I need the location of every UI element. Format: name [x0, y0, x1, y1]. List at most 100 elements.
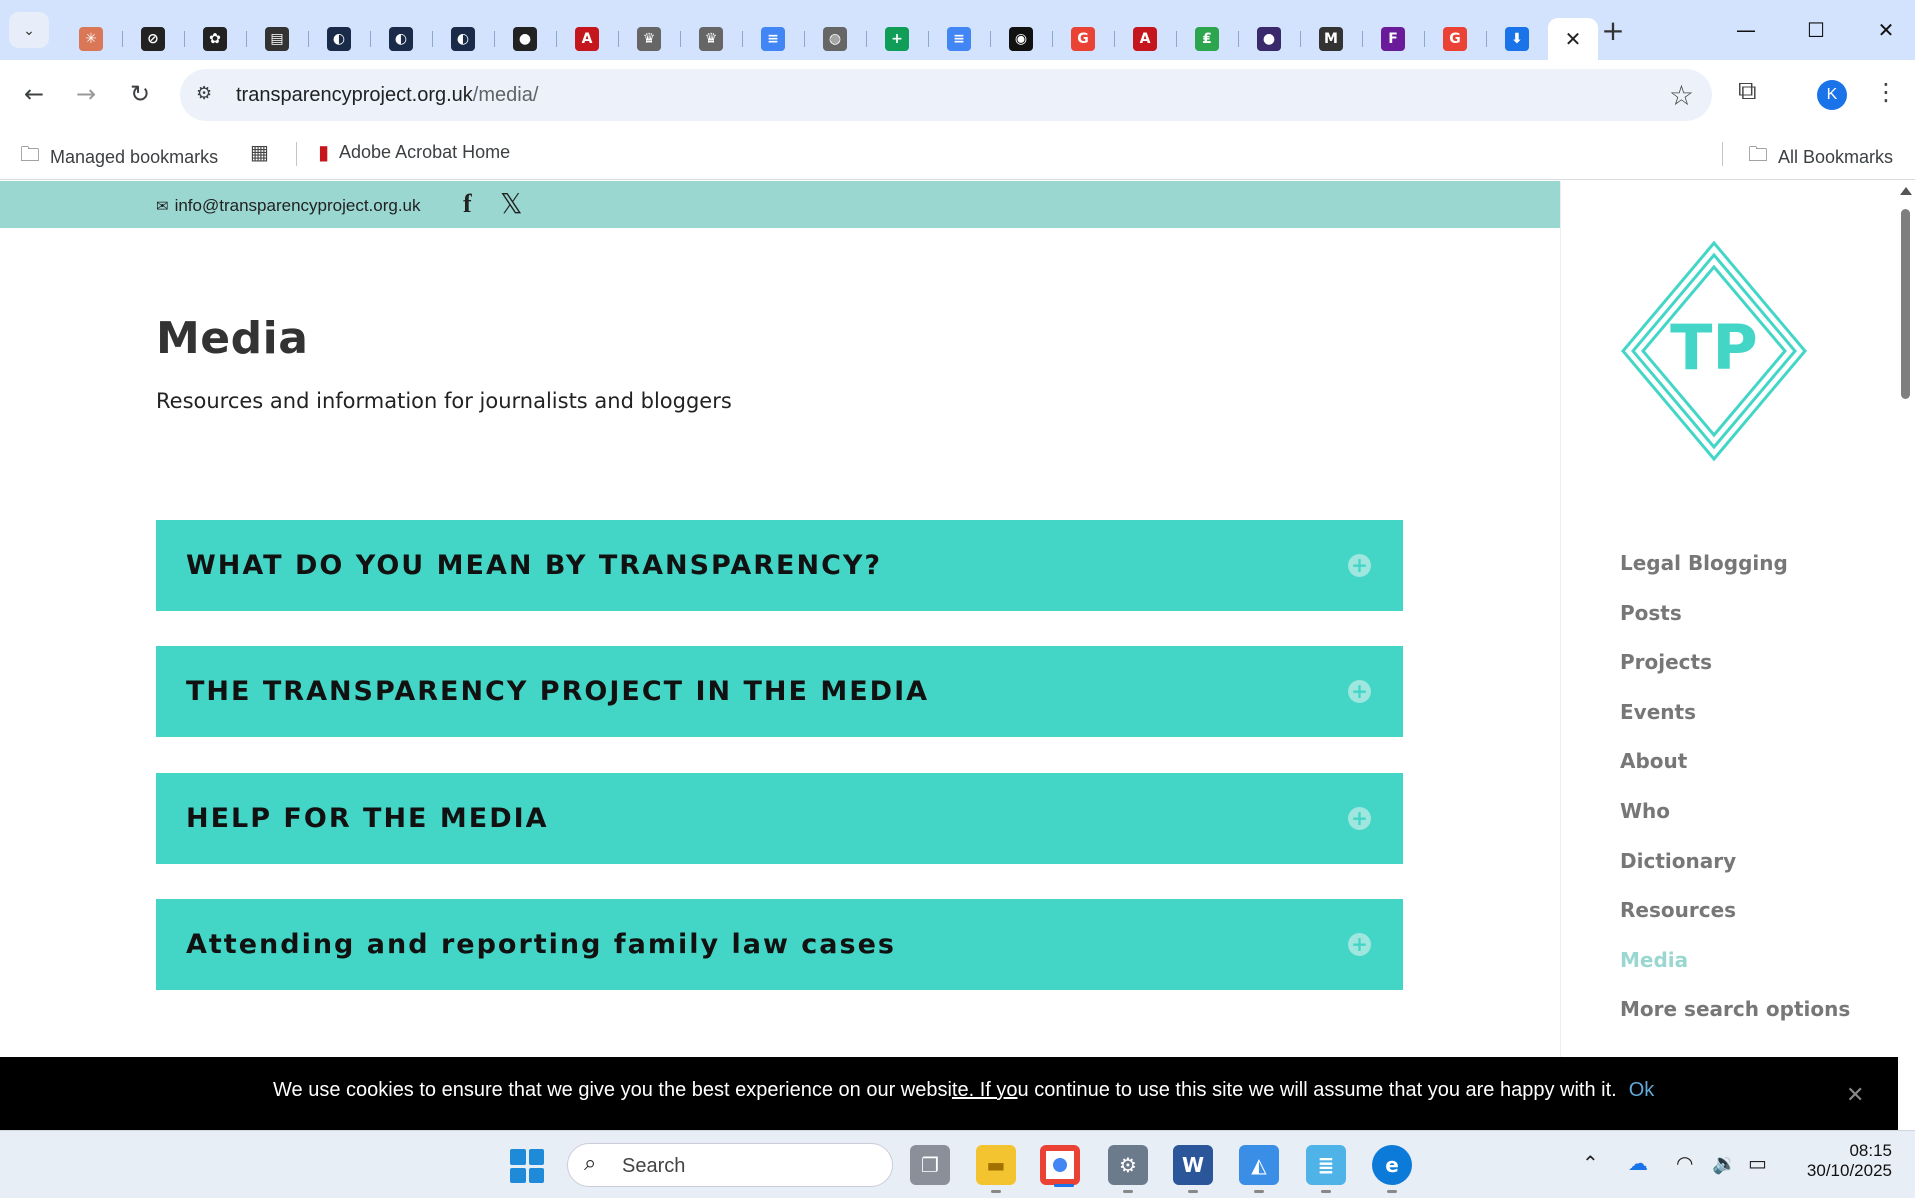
extensions-puzzle-icon[interactable]: ⧉ — [1738, 76, 1757, 107]
maximize-icon[interactable]: ☐ — [1796, 12, 1836, 48]
cookie-close-icon[interactable]: ✕ — [1846, 1083, 1864, 1108]
battery-icon[interactable]: ▭ — [1748, 1151, 1767, 1175]
photos-icon[interactable]: ◭ — [1239, 1145, 1279, 1193]
browser-tab[interactable]: A — [1114, 18, 1176, 60]
browser-tab[interactable]: ≡ — [928, 18, 990, 60]
site-info-icon[interactable]: ⚙ — [196, 83, 220, 107]
all-bookmarks-folder[interactable]: 🗀 All Bookmarks — [1748, 140, 1893, 174]
volume-icon[interactable]: 🔉 — [1712, 1151, 1737, 1175]
back-arrow-icon[interactable]: ← — [14, 74, 54, 114]
sidebar-nav-item[interactable]: Projects — [1620, 650, 1850, 700]
browser-tab[interactable]: A — [556, 18, 618, 60]
taskbar-search[interactable]: ⌕ Search — [567, 1143, 893, 1187]
sidebar-nav-item[interactable]: Legal Blogging — [1620, 551, 1850, 601]
close-tab-icon[interactable]: ✕ — [1565, 27, 1582, 51]
windows-start-icon[interactable] — [510, 1149, 544, 1183]
forward-arrow-icon[interactable]: → — [66, 74, 106, 114]
accordion-attending-reporting[interactable]: Attending and reporting family law cases… — [156, 899, 1403, 990]
browser-tab[interactable]: F — [1362, 18, 1424, 60]
sidebar-nav-item[interactable]: Media — [1620, 948, 1850, 998]
adobe-acrobat-bookmark[interactable]: ▮ Adobe Acrobat Home — [318, 140, 510, 164]
managed-folder-icon: 🗀 — [20, 142, 40, 166]
browser-tab[interactable]: ▤ — [246, 18, 308, 60]
browser-tab[interactable]: M — [1300, 18, 1362, 60]
sidebar-nav: Legal Blogging Posts Projects Events About Wh… — [1620, 551, 1850, 1047]
browser-tab[interactable]: ◉ — [990, 18, 1052, 60]
edge-icon[interactable]: e — [1372, 1145, 1412, 1193]
cookie-ok-button[interactable]: Ok — [1629, 1079, 1655, 1101]
crest-icon: ♛ — [699, 27, 723, 51]
browser-tab[interactable]: G — [1052, 18, 1114, 60]
system-clock[interactable]: 08:15 30/10/2025 — [1796, 1141, 1892, 1181]
sidebar-nav-item[interactable]: More search options — [1620, 997, 1850, 1047]
scroll-up-arrow-icon[interactable] — [1900, 187, 1912, 195]
folder-icon: 🗀 — [1748, 142, 1768, 166]
claude-icon: ✳ — [79, 27, 103, 51]
tray-chevron-up-icon[interactable]: ⌃ — [1582, 1151, 1599, 1175]
sidebar-nav-item[interactable]: About — [1620, 749, 1850, 799]
browser-tab[interactable]: ◐ — [308, 18, 370, 60]
sidebar-nav-item[interactable]: Events — [1620, 700, 1850, 750]
scrollbar-thumb[interactable] — [1901, 209, 1910, 399]
browser-tab[interactable]: G — [1424, 18, 1486, 60]
sidebar-nav-item[interactable]: Posts — [1620, 601, 1850, 651]
bookmark-divider — [296, 142, 297, 166]
browser-menu-icon[interactable]: ⋮ — [1874, 78, 1898, 106]
url-text[interactable]: transparencyproject.org.uk/media/ — [236, 84, 538, 107]
accordion-in-the-media[interactable]: THE TRANSPARENCY PROJECT IN THE MEDIA + — [156, 646, 1403, 737]
browser-tab[interactable]: ✳ — [60, 18, 122, 60]
browser-tab[interactable]: ◍ — [804, 18, 866, 60]
address-bar[interactable]: ⚙ transparencyproject.org.uk/media/ ☆ — [180, 69, 1712, 121]
tab-search-chevron-icon[interactable]: ⌄ — [9, 12, 49, 48]
sidebar-nav-item[interactable]: Resources — [1620, 898, 1850, 948]
table-icon: ▤ — [265, 27, 289, 51]
notepad-icon[interactable]: ≣ — [1306, 1145, 1346, 1193]
profile-avatar[interactable]: K — [1817, 80, 1847, 110]
onedrive-cloud-icon[interactable]: ☁ — [1628, 1151, 1648, 1175]
managed-bookmarks-folder[interactable]: 🗀 Managed bookmarks — [20, 140, 218, 174]
bookmark-divider — [1722, 142, 1723, 166]
browser-tab[interactable]: ₤ — [1176, 18, 1238, 60]
accordion-title: Attending and reporting family law cases — [186, 929, 896, 960]
accordion-help-for-media[interactable]: HELP FOR THE MEDIA + — [156, 773, 1403, 864]
word-icon[interactable]: W — [1173, 1145, 1213, 1193]
expand-plus-icon[interactable]: + — [1348, 807, 1371, 830]
page-subtitle: Resources and information for journalist… — [156, 389, 732, 413]
browser-tab[interactable]: + — [866, 18, 928, 60]
wifi-icon[interactable]: ◠ — [1676, 1151, 1693, 1175]
task-view-icon[interactable]: ❐ — [910, 1145, 950, 1185]
browser-tab[interactable]: ● — [494, 18, 556, 60]
settings-gear-icon[interactable]: ⚙ — [1108, 1145, 1148, 1193]
accordion-what-transparency[interactable]: WHAT DO YOU MEAN BY TRANSPARENCY? + — [156, 520, 1403, 611]
chrome-icon[interactable] — [1040, 1145, 1080, 1187]
sidebar-nav-item[interactable]: Dictionary — [1620, 849, 1850, 899]
page-scrollbar[interactable] — [1895, 181, 1915, 1130]
browser-tab[interactable]: ⬇ — [1486, 18, 1548, 60]
contact-email-link[interactable]: ✉ info@transparencyproject.org.uk — [156, 196, 421, 216]
sidebar-nav-item[interactable]: Who — [1620, 799, 1850, 849]
apps-grid-icon[interactable]: ▦ — [250, 140, 279, 164]
window-close-icon[interactable]: ✕ — [1866, 12, 1906, 48]
browser-tab[interactable]: ♛ — [618, 18, 680, 60]
facebook-icon[interactable]: f — [463, 189, 472, 219]
site-icon: ◐ — [327, 27, 351, 51]
expand-plus-icon[interactable]: + — [1348, 933, 1371, 956]
bookmark-star-icon[interactable]: ☆ — [1669, 79, 1694, 112]
transparency-project-logo[interactable]: TP — [1619, 239, 1809, 463]
browser-tab[interactable]: ♛ — [680, 18, 742, 60]
expand-plus-icon[interactable]: + — [1348, 554, 1371, 577]
browser-tab[interactable]: ≡ — [742, 18, 804, 60]
browser-tab[interactable]: ◐ — [370, 18, 432, 60]
minimize-icon[interactable]: — — [1726, 12, 1766, 48]
browser-tab[interactable]: ⊘ — [122, 18, 184, 60]
browser-tab[interactable]: ◐ — [432, 18, 494, 60]
reload-icon[interactable]: ↻ — [120, 74, 160, 114]
browser-tab[interactable]: ✿ — [184, 18, 246, 60]
avatar-icon: ● — [1257, 27, 1281, 51]
expand-plus-icon[interactable]: + — [1348, 680, 1371, 703]
x-twitter-icon[interactable]: 𝕏 — [500, 187, 523, 220]
file-explorer-icon[interactable]: ▬ — [976, 1145, 1016, 1193]
perplexity-icon: ⊘ — [141, 27, 165, 51]
new-tab-plus-icon[interactable]: + — [1597, 14, 1629, 47]
browser-tab[interactable]: ● — [1238, 18, 1300, 60]
